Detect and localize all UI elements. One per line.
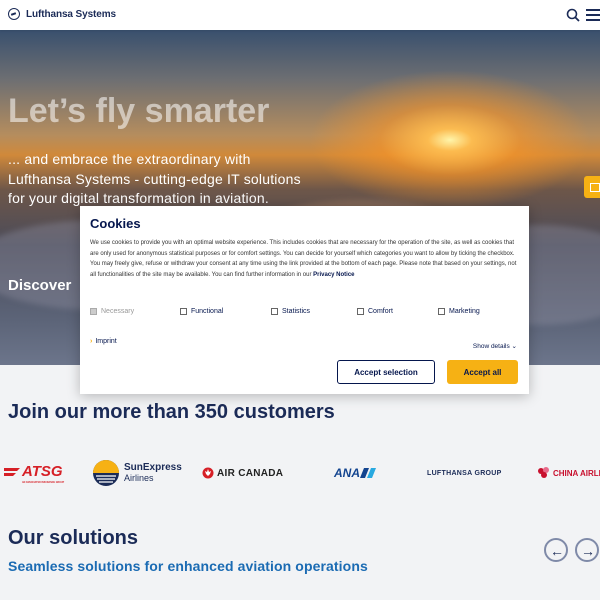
hero-title: Let’s fly smarter — [8, 92, 270, 130]
discover-link[interactable]: Discover — [8, 277, 71, 294]
cookie-categories: Necessary Functional Statistics Comfort … — [90, 308, 520, 322]
carousel-prev-button[interactable]: ← — [544, 538, 568, 562]
customer-logo-china-airlines: CHINA AIRLINES — [537, 452, 600, 494]
cookie-dialog-text: We use cookies to provide you with an op… — [90, 240, 517, 278]
cookie-consent-dialog: Cookies We use cookies to provide you wi… — [80, 206, 529, 394]
customer-logo-ana: ANA — [334, 452, 376, 494]
arrow-right-icon: › — [90, 338, 93, 345]
checkbox-functional[interactable]: Functional — [180, 308, 223, 315]
search-icon[interactable] — [566, 8, 580, 22]
customer-logo-lufthansa-group: LUFTHANSA GROUP — [427, 469, 502, 477]
arrow-right-icon: → — [581, 543, 595, 559]
checkbox-statistics[interactable]: Statistics — [271, 308, 310, 315]
customer-logo-atsg: ATSG AN ASSOCIATED INSURANCE GROUP — [4, 452, 74, 494]
show-details-toggle[interactable]: Show details ⌄ — [473, 342, 517, 350]
chevron-down-icon: ⌄ — [511, 343, 517, 350]
hero-description: ... and embrace the extraordinary with L… — [8, 151, 301, 206]
crane-logo-icon — [8, 8, 20, 20]
accept-all-button[interactable]: Accept all — [447, 360, 518, 384]
svg-text:AN ASSOCIATED INSURANCE GROUP: AN ASSOCIATED INSURANCE GROUP — [22, 481, 65, 484]
customer-logo-sunexpress: SunExpress Airlines — [92, 452, 182, 494]
cookie-dialog-title: Cookies — [90, 216, 141, 231]
imprint-link[interactable]: › Imprint — [90, 338, 117, 345]
svg-text:ATSG: ATSG — [21, 463, 63, 480]
solutions-subtitle: Seamless solutions for enhanced aviation… — [8, 558, 368, 574]
feedback-tab[interactable] — [584, 176, 600, 198]
checkbox-necessary: Necessary — [90, 308, 134, 315]
checkbox-comfort[interactable]: Comfort — [357, 308, 393, 315]
hamburger-menu-icon[interactable] — [586, 9, 600, 21]
site-header: Lufthansa Systems — [0, 0, 600, 30]
customers-heading: Join our more than 350 customers — [8, 401, 335, 423]
brand-name: Lufthansa Systems — [26, 8, 116, 20]
carousel-next-button[interactable]: → — [575, 538, 599, 562]
solutions-heading: Our solutions — [8, 527, 138, 549]
accept-selection-button[interactable]: Accept selection — [337, 360, 435, 384]
brand-logo[interactable]: Lufthansa Systems — [8, 8, 116, 20]
checkbox-marketing[interactable]: Marketing — [438, 308, 480, 315]
customer-logo-air-canada: AIR CANADA — [202, 452, 283, 494]
arrow-left-icon: ← — [550, 543, 564, 559]
privacy-notice-link[interactable]: Privacy Notice — [313, 272, 354, 278]
customer-logos: ATSG AN ASSOCIATED INSURANCE GROUP SunEx… — [0, 452, 600, 494]
